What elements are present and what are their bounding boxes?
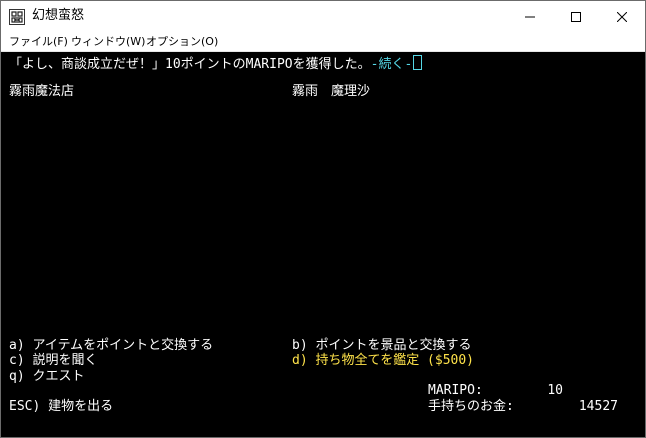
text-cursor [413, 55, 423, 70]
menu-bar: ファイル(F) ウィンドウ(W) オプション(O) [1, 32, 645, 52]
close-icon [617, 11, 627, 22]
menu-options[interactable]: オプション(O) [146, 34, 218, 49]
message-text: 「よし、商談成立だぜ！」10ポイントのMARIPOを獲得した。 [9, 57, 371, 72]
minimize-icon [525, 16, 535, 17]
window-title: 幻想蛮怒 [32, 8, 85, 23]
option-b[interactable]: b) ポイントを景品と交換する [292, 338, 471, 354]
game-console[interactable]: 「よし、商談成立だぜ！」10ポイントのMARIPOを獲得した。-続く- 霧雨魔法… [1, 52, 645, 437]
app-icon [9, 9, 25, 25]
option-q[interactable]: q) クエスト [9, 369, 84, 385]
gold-label: 手持ちのお金: [428, 399, 514, 414]
option-d[interactable]: d) 持ち物全てを鑑定 ($500) [292, 353, 474, 369]
title-bar[interactable]: 幻想蛮怒 [1, 1, 645, 32]
more-prompt: -続く- [370, 57, 413, 72]
gold-value: 14527 [578, 399, 618, 414]
message-line: 「よし、商談成立だぜ！」10ポイントのMARIPOを獲得した。-続く- [9, 55, 423, 73]
maripo-label: MARIPO: [428, 383, 483, 398]
menu-file[interactable]: ファイル(F) [9, 34, 68, 49]
shop-name: 霧雨魔法店 [9, 84, 75, 99]
maximize-icon [571, 11, 581, 22]
maripo-value: 10 [547, 383, 563, 398]
maximize-button[interactable] [553, 1, 599, 32]
close-button[interactable] [599, 1, 645, 32]
owner-name: 霧雨 魔理沙 [292, 84, 371, 99]
option-esc[interactable]: ESC) 建物を出る [9, 399, 113, 415]
option-c[interactable]: c) 説明を聞く [9, 353, 97, 369]
option-a[interactable]: a) アイテムをポイントと交換する [9, 338, 213, 354]
app-window: 幻想蛮怒 ファイル(F) ウィンドウ(W) オプション(O) 「よし、商談成立だ… [0, 0, 646, 438]
menu-window[interactable]: ウィンドウ(W) [71, 34, 145, 49]
minimize-button[interactable] [507, 1, 553, 32]
